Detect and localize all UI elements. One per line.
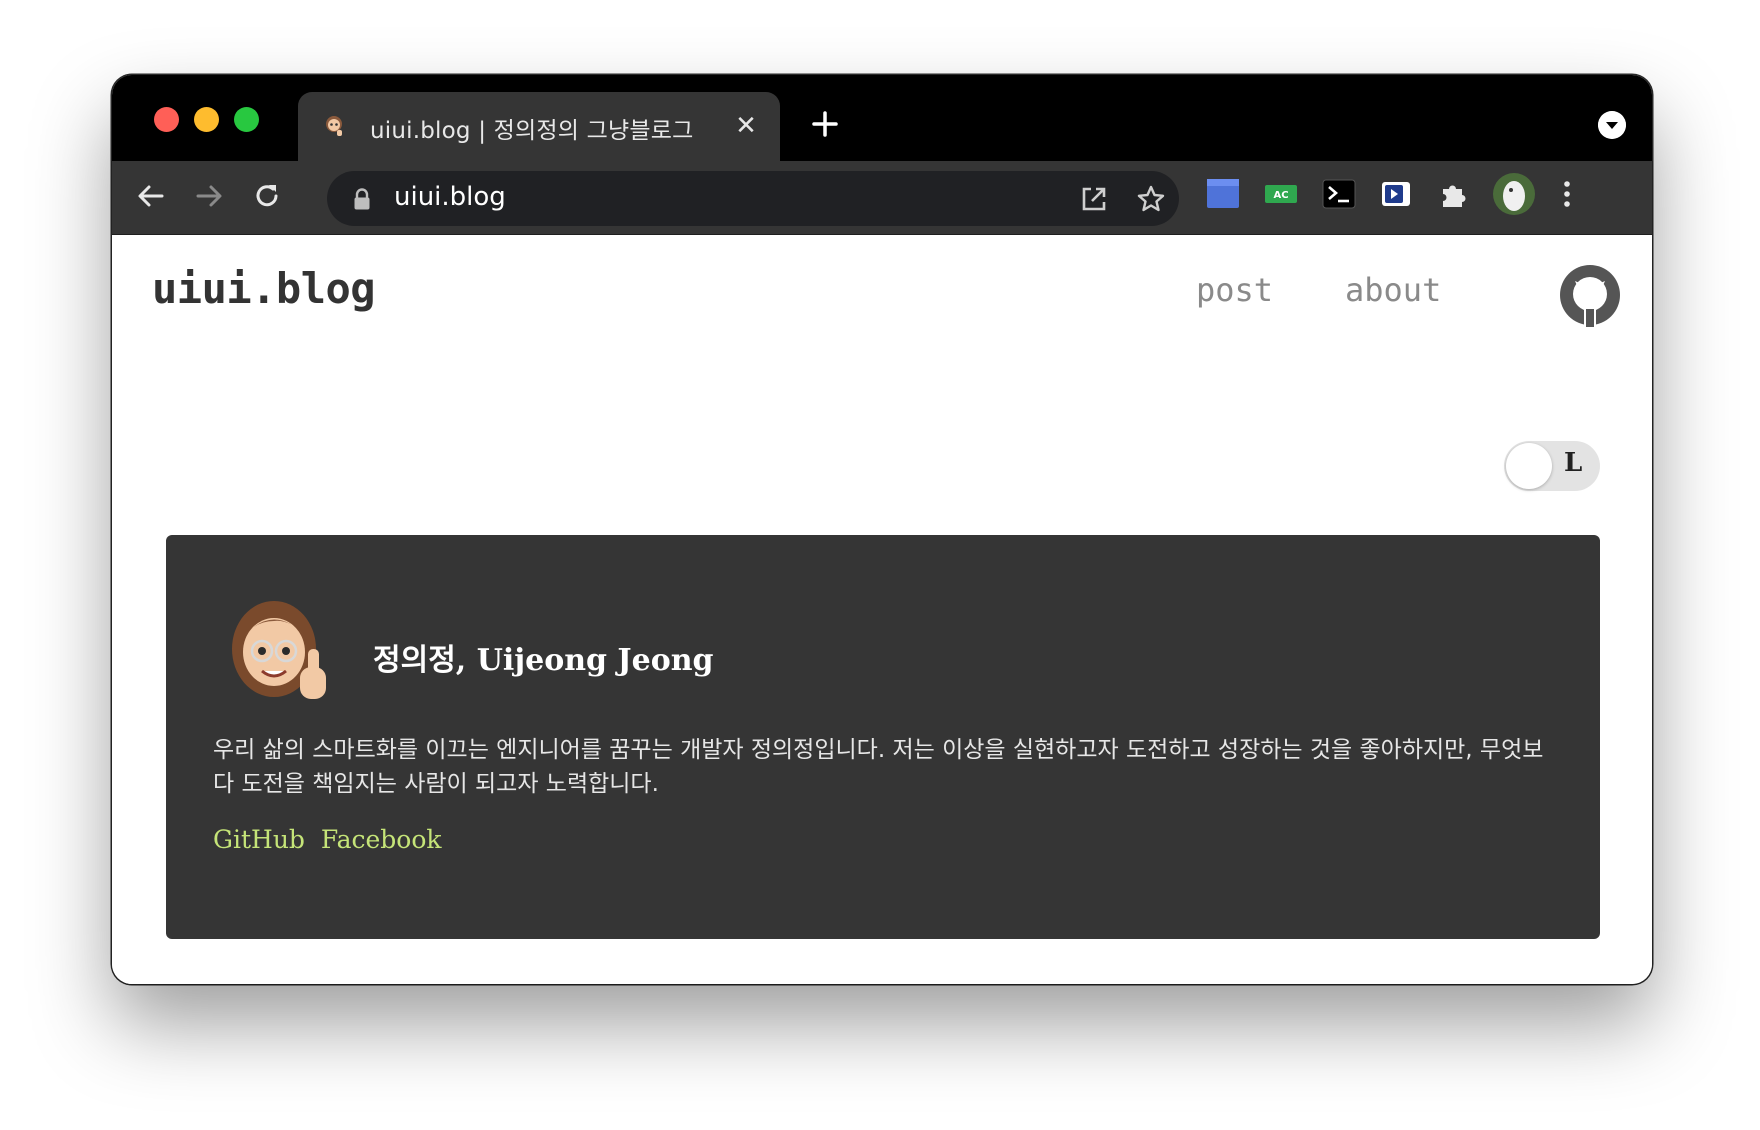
profile-name: 정의정, Uijeong Jeong: [373, 643, 714, 678]
calendar-extension-icon[interactable]: [1206, 177, 1240, 211]
tab-active[interactable]: uiui.blog | 정의정의 그냥블로그 ✕: [298, 92, 780, 161]
more-menu-icon[interactable]: [1550, 177, 1584, 211]
open-in-new-icon[interactable]: [1078, 183, 1110, 215]
site-logo[interactable]: uiui.blog: [152, 264, 376, 313]
github-icon[interactable]: [1558, 263, 1622, 327]
reload-icon[interactable]: [250, 179, 284, 213]
close-window-button[interactable]: [154, 107, 179, 132]
browser-toolbar: uiui.blog AC: [112, 161, 1652, 235]
memoji-avatar-icon: [232, 601, 326, 699]
profile-links: GitHub Facebook: [213, 825, 458, 854]
nav-post-link[interactable]: post: [1196, 271, 1273, 309]
terminal-extension-icon[interactable]: [1322, 177, 1356, 211]
toggle-knob[interactable]: [1506, 443, 1552, 489]
picture-in-picture-extension-icon[interactable]: [1379, 177, 1413, 211]
github-link[interactable]: GitHub: [213, 825, 305, 854]
address-bar[interactable]: uiui.blog: [327, 171, 1179, 226]
maximize-window-button[interactable]: [234, 107, 259, 132]
extensions-puzzle-icon[interactable]: [1437, 177, 1471, 211]
profile-avatar-icon[interactable]: [1492, 172, 1536, 216]
profile-card: 정의정, Uijeong Jeong 우리 삶의 스마트화를 이끄는 엔지니어를…: [166, 535, 1600, 939]
url-text[interactable]: uiui.blog: [394, 182, 506, 212]
title-bar: uiui.blog | 정의정의 그냥블로그 ✕: [112, 75, 1652, 161]
tab-title: uiui.blog | 정의정의 그냥블로그: [370, 118, 694, 144]
forward-arrow-icon[interactable]: [192, 179, 226, 213]
theme-toggle[interactable]: L: [1504, 441, 1600, 491]
memoji-favicon-icon: [326, 116, 342, 136]
bookmark-star-icon[interactable]: [1135, 183, 1167, 215]
browser-window: uiui.blog | 정의정의 그냥블로그 ✕ uiui.blog AC ui…: [112, 75, 1652, 984]
toggle-label: L: [1564, 448, 1583, 478]
back-arrow-icon[interactable]: [134, 179, 168, 213]
svg-text:AC: AC: [1273, 190, 1288, 201]
tab-close-icon[interactable]: ✕: [732, 112, 760, 140]
lock-icon[interactable]: [353, 188, 371, 210]
page-content: uiui.blog post about L 정의정, Uijeong Jeon…: [112, 235, 1652, 984]
profile-bio: 우리 삶의 스마트화를 이끄는 엔지니어를 꿈꾸는 개발자 정의정입니다. 저는…: [213, 737, 1544, 797]
ac-extension-icon[interactable]: AC: [1264, 177, 1298, 211]
tab-search-chevron-icon[interactable]: [1598, 111, 1626, 139]
nav-about-link[interactable]: about: [1345, 271, 1441, 309]
minimize-window-button[interactable]: [194, 107, 219, 132]
facebook-link[interactable]: Facebook: [321, 825, 442, 854]
new-tab-plus-icon[interactable]: [810, 109, 840, 139]
